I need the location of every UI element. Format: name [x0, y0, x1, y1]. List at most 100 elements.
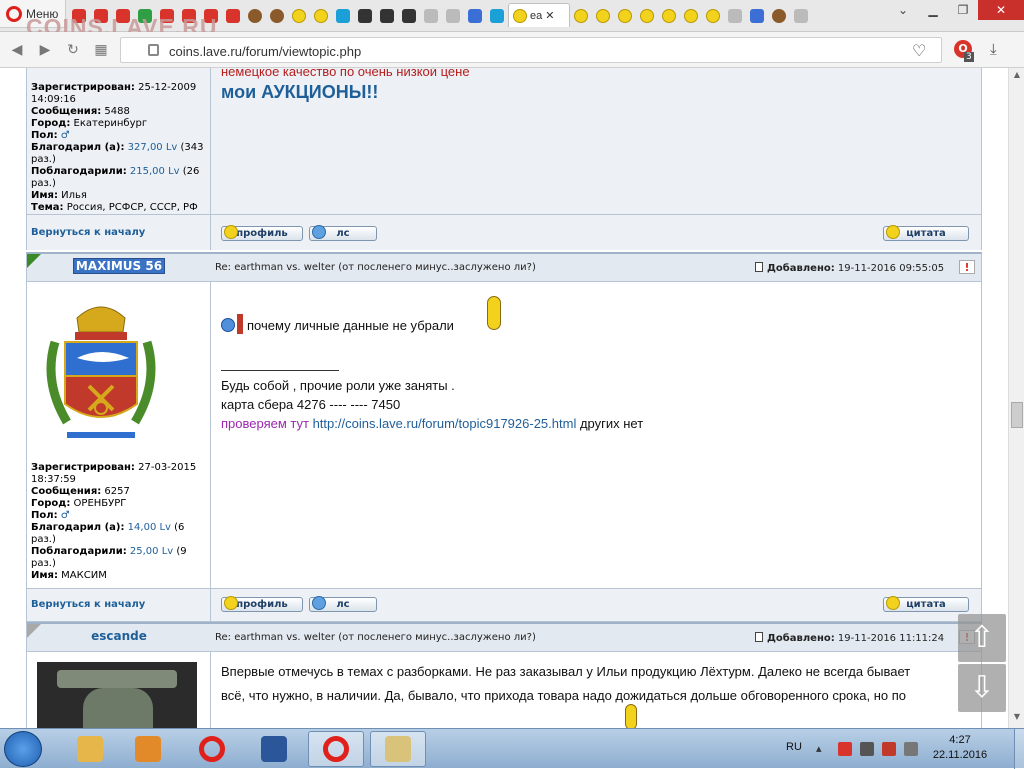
tab[interactable]: [636, 5, 658, 27]
tab[interactable]: [702, 5, 724, 27]
taskbar-opera[interactable]: [184, 731, 240, 767]
tab[interactable]: [486, 5, 508, 27]
language-indicator[interactable]: RU: [786, 741, 802, 753]
pm-button[interactable]: лс: [309, 596, 377, 612]
tab[interactable]: [592, 5, 614, 27]
smiley-favicon-icon: [314, 9, 328, 23]
user-avatar: [37, 662, 197, 728]
city-value: ОРЕНБУРГ: [73, 498, 127, 509]
auctions-link[interactable]: мои АУКЦИОНЫ!!: [221, 82, 378, 103]
thanked-value[interactable]: 14,00 Lv: [128, 522, 171, 533]
tab[interactable]: [354, 5, 376, 27]
tab[interactable]: [680, 5, 702, 27]
post-author[interactable]: MAXIMUS 56: [27, 258, 211, 274]
tab-close-icon[interactable]: ✕: [545, 9, 554, 22]
tab[interactable]: [398, 5, 420, 27]
taskbar-opera-active[interactable]: [308, 731, 364, 767]
author-name[interactable]: escande: [91, 629, 147, 643]
profile-button[interactable]: профиль: [221, 225, 303, 241]
post-document-icon[interactable]: [755, 632, 763, 642]
post-profile-cell: Зарегистрирован: 25-12-2009 14:09:16 Соо…: [27, 68, 211, 214]
favicon-icon: [750, 9, 764, 23]
author-name[interactable]: MAXIMUS 56: [72, 258, 166, 274]
quote-button-label: цитата: [906, 228, 946, 239]
tab-menu-icon[interactable]: ⌄: [888, 0, 918, 20]
address-toolbar: ◀ ▶ ↻ ▦ coins.lave.ru/forum/viewtopic.ph…: [0, 32, 1024, 68]
tab[interactable]: [570, 5, 592, 27]
thanked-value[interactable]: 327,00 Lv: [128, 142, 178, 153]
speed-dial-icon[interactable]: ▦: [90, 40, 112, 60]
bookmark-heart-icon[interactable]: ♡: [912, 41, 926, 60]
minimize-icon[interactable]: ▁: [918, 0, 948, 20]
tab[interactable]: [288, 5, 310, 27]
download-icon[interactable]: ⤓: [990, 40, 997, 58]
back-arrow-icon[interactable]: ◀: [6, 40, 28, 60]
quote-button[interactable]: цитата: [883, 596, 969, 612]
forward-arrow-icon[interactable]: ▶: [34, 40, 56, 60]
report-post-icon[interactable]: !: [959, 260, 975, 274]
tab[interactable]: [614, 5, 636, 27]
profile-button[interactable]: профиль: [221, 596, 303, 612]
registered-label: Зарегистрирован:: [31, 462, 135, 473]
tab[interactable]: [768, 5, 790, 27]
tab[interactable]: [420, 5, 442, 27]
pm-button[interactable]: лс: [309, 225, 377, 241]
tab[interactable]: [464, 5, 486, 27]
tray-expand-icon[interactable]: ▴: [816, 742, 830, 756]
tab[interactable]: [442, 5, 464, 27]
post-author[interactable]: escande: [27, 629, 211, 643]
scroll-up-arrow-icon[interactable]: ⇧: [958, 614, 1006, 662]
added-label: Добавлено:: [767, 263, 835, 274]
reload-icon[interactable]: ↻: [62, 40, 84, 60]
name-label: Имя:: [31, 570, 58, 581]
clock-time: 4:27: [949, 734, 971, 746]
gender-label: Пол:: [31, 130, 58, 141]
thanked-label: Благодарил (а):: [31, 522, 125, 533]
volume-icon[interactable]: [904, 742, 918, 756]
footer-left-cell: Вернуться к началу: [27, 215, 211, 250]
back-to-top-link[interactable]: Вернуться к началу: [31, 599, 145, 610]
active-tab[interactable]: ea ✕: [508, 3, 570, 27]
tab[interactable]: [376, 5, 398, 27]
back-to-top-link[interactable]: Вернуться к началу: [31, 227, 145, 238]
tab[interactable]: [266, 5, 288, 27]
taskbar-media-player[interactable]: [120, 731, 176, 767]
opera-logo-icon: [6, 5, 22, 22]
url-field[interactable]: coins.lave.ru/forum/viewtopic.php: [120, 37, 942, 63]
tab[interactable]: [790, 5, 812, 27]
antivirus-icon[interactable]: [882, 742, 896, 756]
restore-icon[interactable]: ❐: [948, 0, 978, 20]
user-icon: [224, 225, 238, 239]
post-document-icon[interactable]: [755, 262, 763, 272]
scroll-down-arrow-icon[interactable]: ⇩: [958, 664, 1006, 712]
tab[interactable]: [222, 5, 244, 27]
start-button[interactable]: [4, 731, 42, 767]
signature-link[interactable]: http://coins.lave.ru/forum/topic917926-2…: [313, 416, 577, 431]
page-scrollbar[interactable]: ▲ ▼: [1008, 68, 1024, 728]
tab[interactable]: [658, 5, 680, 27]
taskbar-word[interactable]: [246, 731, 302, 767]
got-thanks-value[interactable]: 215,00 Lv: [130, 166, 180, 177]
tray-flag-icon[interactable]: [838, 742, 852, 756]
clock[interactable]: 4:27 22.11.2016: [930, 733, 990, 763]
quote-button[interactable]: цитата: [883, 225, 969, 241]
scrollbar-down-icon[interactable]: ▼: [1011, 712, 1023, 726]
tab[interactable]: [332, 5, 354, 27]
gender-label: Пол:: [31, 510, 58, 521]
tab[interactable]: [724, 5, 746, 27]
scrollbar-thumb[interactable]: [1011, 402, 1023, 428]
got-thanks-value[interactable]: 25,00 Lv: [130, 546, 173, 557]
site-info-icon[interactable]: [148, 44, 159, 56]
window-close-icon[interactable]: ✕: [978, 0, 1024, 20]
show-desktop-button[interactable]: [1014, 729, 1024, 769]
tab[interactable]: [310, 5, 332, 27]
post-date: Добавлено: 19-11-2016 11:11:24: [755, 632, 944, 644]
tab[interactable]: [244, 5, 266, 27]
tab[interactable]: [746, 5, 768, 27]
post-header: escande Re: earthman vs. welter (от посл…: [26, 622, 982, 652]
taskbar-explorer[interactable]: [62, 731, 118, 767]
pm-button-label: лс: [336, 228, 350, 239]
taskbar-paint[interactable]: [370, 731, 426, 767]
network-icon[interactable]: [860, 742, 874, 756]
scrollbar-up-icon[interactable]: ▲: [1011, 70, 1023, 84]
